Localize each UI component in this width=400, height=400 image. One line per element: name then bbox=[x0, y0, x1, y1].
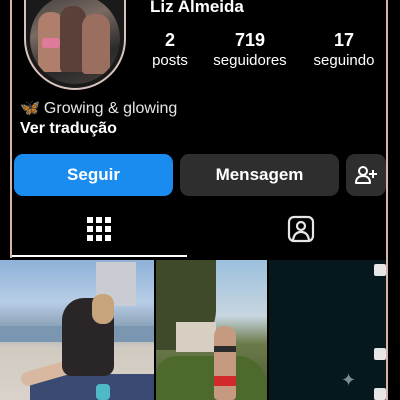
see-translation-link[interactable]: Ver tradução bbox=[20, 120, 117, 138]
stat-following-count: 17 bbox=[333, 30, 355, 50]
sparkle-icon: ✦ bbox=[341, 370, 357, 390]
stat-posts-label: posts bbox=[152, 52, 188, 69]
grid-photo-beach[interactable] bbox=[0, 260, 154, 400]
follow-button[interactable]: Seguir bbox=[14, 154, 173, 196]
stat-followers-label: seguidores bbox=[213, 52, 287, 69]
stat-followers-count: 719 bbox=[234, 30, 266, 50]
stat-followers[interactable]: 719 seguidores bbox=[206, 30, 294, 72]
grid-photo-dark[interactable]: ✦ bbox=[269, 260, 386, 400]
active-tab-indicator bbox=[12, 255, 187, 257]
photo-bikini-bottom bbox=[214, 376, 236, 386]
profile-bio-text: Growing & glowing bbox=[43, 100, 178, 117]
add-user-button[interactable] bbox=[346, 154, 386, 196]
message-button[interactable]: Mensagem bbox=[180, 154, 339, 196]
stat-following[interactable]: 17 seguindo bbox=[306, 30, 382, 72]
butterfly-icon: 🦋 bbox=[20, 100, 40, 117]
tab-tagged[interactable] bbox=[276, 206, 326, 252]
multi-photo-indicators bbox=[374, 264, 388, 400]
indicator-square bbox=[374, 348, 386, 360]
avatar[interactable] bbox=[24, 0, 126, 90]
profile-username: Liz Almeida bbox=[150, 0, 244, 16]
photo-bush bbox=[156, 356, 267, 400]
stat-following-label: seguindo bbox=[313, 52, 375, 69]
photo-wall bbox=[176, 322, 216, 352]
stat-posts: 2 posts bbox=[146, 30, 194, 72]
profile-bio: 🦋 Growing & glowing bbox=[20, 98, 177, 118]
photo-bikini-top bbox=[214, 346, 236, 352]
indicator-square bbox=[374, 264, 386, 276]
grid-photo-garden[interactable] bbox=[156, 260, 267, 400]
add-person-icon bbox=[355, 166, 377, 184]
photo-cup bbox=[96, 384, 110, 400]
photo-person bbox=[214, 326, 236, 400]
avatar-photo bbox=[30, 0, 120, 84]
frame-border-left bbox=[10, 0, 12, 258]
stat-posts-count: 2 bbox=[164, 30, 175, 50]
photo-hair bbox=[92, 294, 114, 324]
tagged-person-icon bbox=[287, 215, 315, 243]
avatar-figure bbox=[82, 14, 110, 74]
grid-icon bbox=[87, 217, 111, 241]
indicator-square bbox=[374, 388, 386, 400]
tab-posts-grid[interactable] bbox=[74, 206, 124, 252]
avatar-detail bbox=[42, 38, 60, 48]
